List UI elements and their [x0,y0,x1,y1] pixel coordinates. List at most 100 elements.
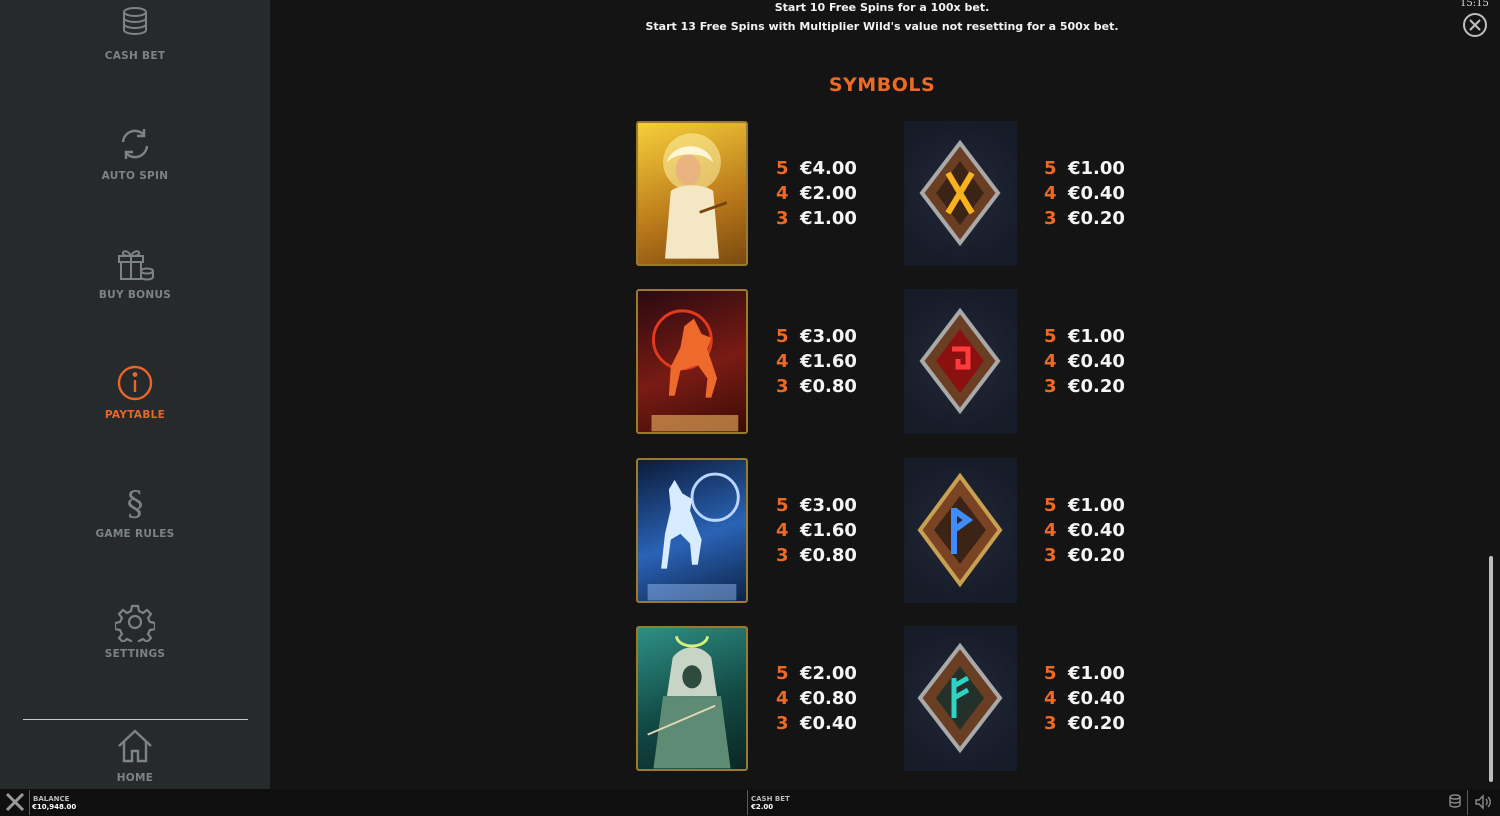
sidebar-item-auto-spin[interactable]: AUTO SPIN [0,92,270,182]
cash-bet-value: €2.00 [751,803,774,811]
sidebar-item-label: HOME [116,772,154,784]
payout-count: 5 [776,158,789,179]
payout-row: 5 €1.00 [1044,156,1154,181]
payout-value: €1.00 [1068,663,1125,684]
payout-count: 5 [1044,158,1057,179]
payout-row: 3 €1.00 [776,206,886,231]
cash-bet-label: CASH BET [751,795,790,803]
payout-value: €0.80 [800,688,857,709]
payout-count: 4 [776,520,789,541]
payout-value: €2.00 [800,183,857,204]
close-button[interactable] [1463,13,1487,37]
symbol-rune-red [904,289,1017,434]
payout-value: €2.00 [800,663,857,684]
payout-count: 5 [1044,663,1057,684]
payout-row: 4 €1.60 [776,518,886,543]
payout-count: 5 [1044,495,1057,516]
symbol-fire-wolf [636,289,748,434]
payout-count: 5 [776,326,789,347]
payout-row: 3 €0.20 [1044,374,1154,399]
payout-count: 4 [776,183,789,204]
info-icon [117,365,153,401]
sidebar-item-label: CASH BET [104,50,166,62]
payout-list-ice-wolf: 5 €3.00 4 €1.60 3 €0.80 [776,493,886,568]
sidebar-item-game-rules[interactable]: § GAME RULES [0,450,270,540]
payout-count: 3 [776,545,789,566]
sidebar-item-buy-bonus[interactable]: BUY BONUS [0,211,270,301]
symbol-golden-goddess [636,121,748,266]
speaker-icon[interactable] [1474,793,1492,811]
payout-count: 3 [1044,376,1057,397]
payout-value: €0.40 [800,713,857,734]
payout-count: 3 [776,376,789,397]
payout-list-rune-teal: 5 €1.00 4 €0.40 3 €0.20 [1044,661,1154,736]
payout-row: 4 €2.00 [776,181,886,206]
payout-count: 3 [776,208,789,229]
payout-row: 5 €4.00 [776,156,886,181]
symbol-ice-wolf [636,458,748,603]
symbol-rune-blue [904,458,1017,603]
payout-value: €0.20 [1068,376,1125,397]
payout-list-hooded-archer: 5 €2.00 4 €0.80 3 €0.40 [776,661,886,736]
payout-count: 3 [776,713,789,734]
symbols-heading: SYMBOLS [828,74,936,96]
close-icon[interactable] [4,791,26,813]
sidebar-item-cash-bet[interactable]: CASH BET [0,0,270,62]
gear-icon [115,604,155,642]
payout-value: €1.60 [800,351,857,372]
payout-row: 5 €1.00 [1044,661,1154,686]
payout-count: 5 [1044,326,1057,347]
sidebar-item-label: BUY BONUS [98,289,172,301]
payout-value: €3.00 [800,495,857,516]
payout-row: 3 €0.20 [1044,206,1154,231]
coin-stack-icon [123,7,147,36]
payout-value: €1.00 [1068,158,1125,179]
sidebar-item-settings[interactable]: SETTINGS [0,570,270,660]
payout-list-rune-red: 5 €1.00 4 €0.40 3 €0.20 [1044,324,1154,399]
payout-value: €0.40 [1068,351,1125,372]
payout-count: 4 [1044,351,1057,372]
svg-text:§: § [127,484,144,522]
payout-row: 3 €0.40 [776,711,886,736]
sidebar-item-home[interactable]: HOME [0,694,270,784]
sidebar-item-label: AUTO SPIN [101,170,169,182]
clock: 15:15 [1460,0,1489,9]
payout-value: €3.00 [800,326,857,347]
payout-count: 4 [1044,183,1057,204]
payout-count: 3 [1044,208,1057,229]
home-icon [118,729,152,763]
payout-row: 5 €1.00 [1044,493,1154,518]
free-spins-info-line-1: Start 10 Free Spins for a 100x bet. [774,1,990,14]
payout-value: €1.00 [1068,326,1125,347]
payout-row: 3 €0.20 [1044,543,1154,568]
payout-row: 5 €3.00 [776,324,886,349]
divider [29,790,30,815]
payout-value: €0.80 [800,376,857,397]
payout-row: 4 €0.40 [1044,181,1154,206]
payout-value: €0.40 [1068,688,1125,709]
payout-value: €0.40 [1068,183,1125,204]
payout-row: 5 €1.00 [1044,324,1154,349]
payout-count: 5 [776,495,789,516]
sidebar-item-label: PAYTABLE [104,409,166,421]
payout-list-fire-wolf: 5 €3.00 4 €1.60 3 €0.80 [776,324,886,399]
payout-list-rune-blue: 5 €1.00 4 €0.40 3 €0.20 [1044,493,1154,568]
payout-row: 3 €0.20 [1044,711,1154,736]
close-icon [1469,19,1481,31]
sidebar-item-paytable[interactable]: PAYTABLE [0,331,270,421]
balance-value: €10,948.00 [32,803,77,811]
payout-value: €0.20 [1068,208,1125,229]
payout-value: €1.60 [800,520,857,541]
bottom-bar: BALANCE €10,948.00 CASH BET €2.00 [0,789,1500,816]
refresh-icon [121,129,149,159]
payout-count: 4 [776,688,789,709]
coin-stack-icon[interactable] [1446,793,1464,811]
payout-list-golden-goddess: 5 €4.00 4 €2.00 3 €1.00 [776,156,886,231]
scrollbar[interactable] [1489,556,1493,782]
free-spins-info-line-2: Start 13 Free Spins with Multiplier Wild… [645,20,1119,33]
payout-value: €0.20 [1068,713,1125,734]
payout-count: 3 [1044,713,1057,734]
divider [747,790,748,815]
payout-row: 4 €0.40 [1044,686,1154,711]
payout-value: €0.20 [1068,545,1125,566]
